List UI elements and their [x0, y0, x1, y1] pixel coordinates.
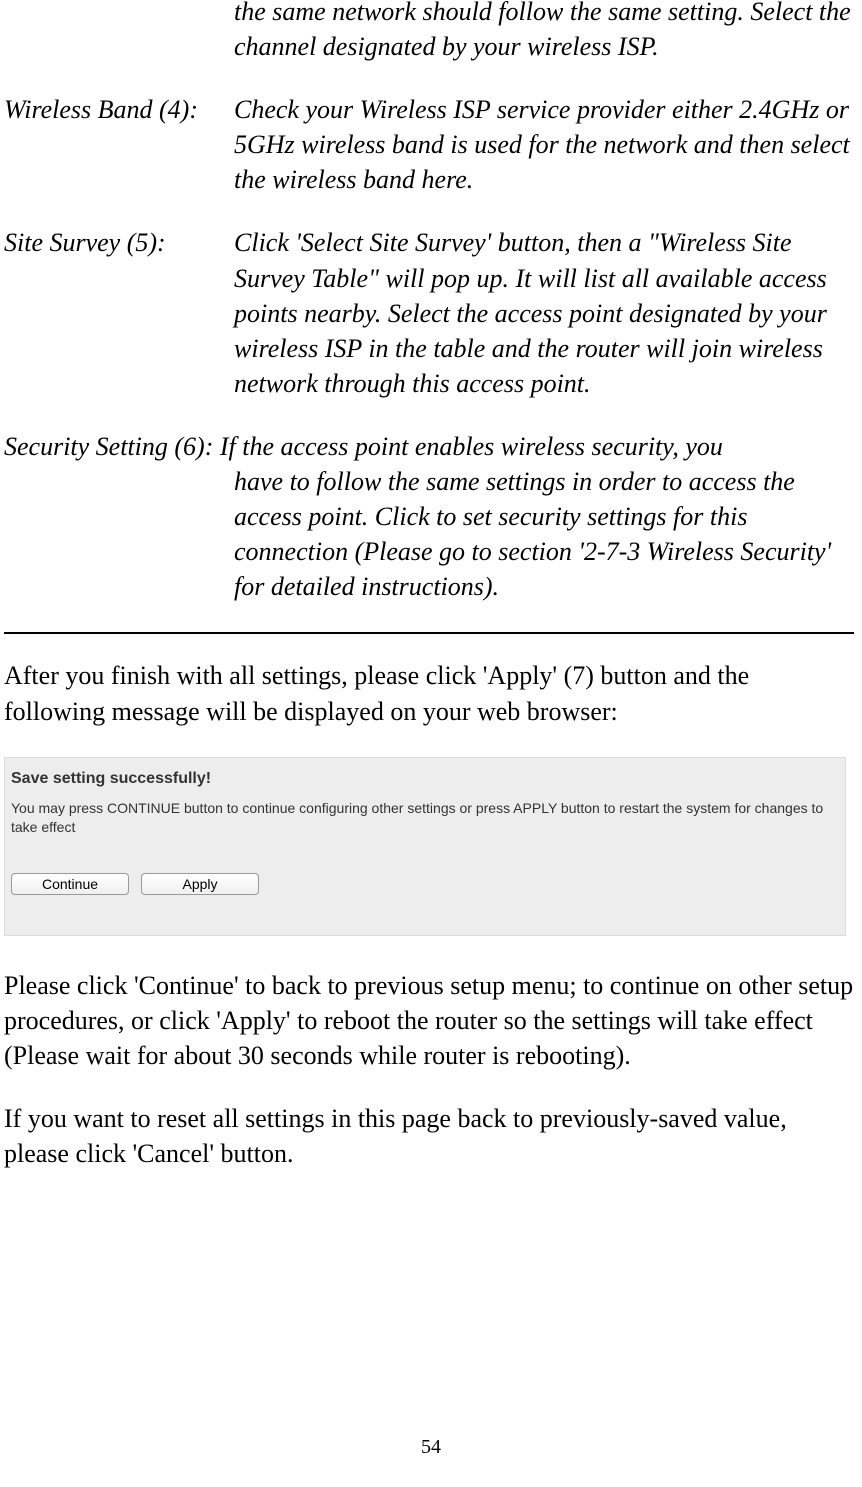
dialog-desc: You may press CONTINUE button to continu… — [11, 799, 839, 837]
definition-desc-5: Click 'Select Site Survey' button, then … — [234, 225, 854, 400]
paragraph-cancel: If you want to reset all settings in thi… — [4, 1101, 854, 1171]
apply-button[interactable]: Apply — [141, 873, 259, 895]
page-number: 54 — [0, 1434, 862, 1461]
definition-6-rest: have to follow the same settings in orde… — [4, 464, 854, 604]
definition-desc-orphan: the same network should follow the same … — [234, 0, 854, 64]
paragraph-continue-apply: Please click 'Continue' to back to previ… — [4, 968, 854, 1073]
definition-label-empty — [4, 0, 234, 64]
page: the same network should follow the same … — [0, 0, 862, 1481]
definition-6-firstline: Security Setting (6): If the access poin… — [4, 429, 854, 464]
definition-wireless-band: Wireless Band (4): Check your Wireless I… — [4, 92, 854, 197]
continue-button[interactable]: Continue — [11, 873, 129, 895]
definition-label-5: Site Survey (5): — [4, 225, 234, 400]
dialog-title: Save setting successfully! — [11, 768, 839, 790]
definition-desc-4: Check your Wireless ISP service provider… — [234, 92, 854, 197]
paragraph-apply-msg: After you finish with all settings, plea… — [4, 658, 854, 728]
definition-label-4: Wireless Band (4): — [4, 92, 234, 197]
dialog-buttons: Continue Apply — [11, 873, 839, 895]
save-setting-dialog: Save setting successfully! You may press… — [4, 757, 846, 936]
divider — [4, 632, 854, 634]
definition-orphan: the same network should follow the same … — [4, 0, 854, 64]
definition-security-setting: Security Setting (6): If the access poin… — [4, 429, 854, 604]
definition-site-survey: Site Survey (5): Click 'Select Site Surv… — [4, 225, 854, 400]
